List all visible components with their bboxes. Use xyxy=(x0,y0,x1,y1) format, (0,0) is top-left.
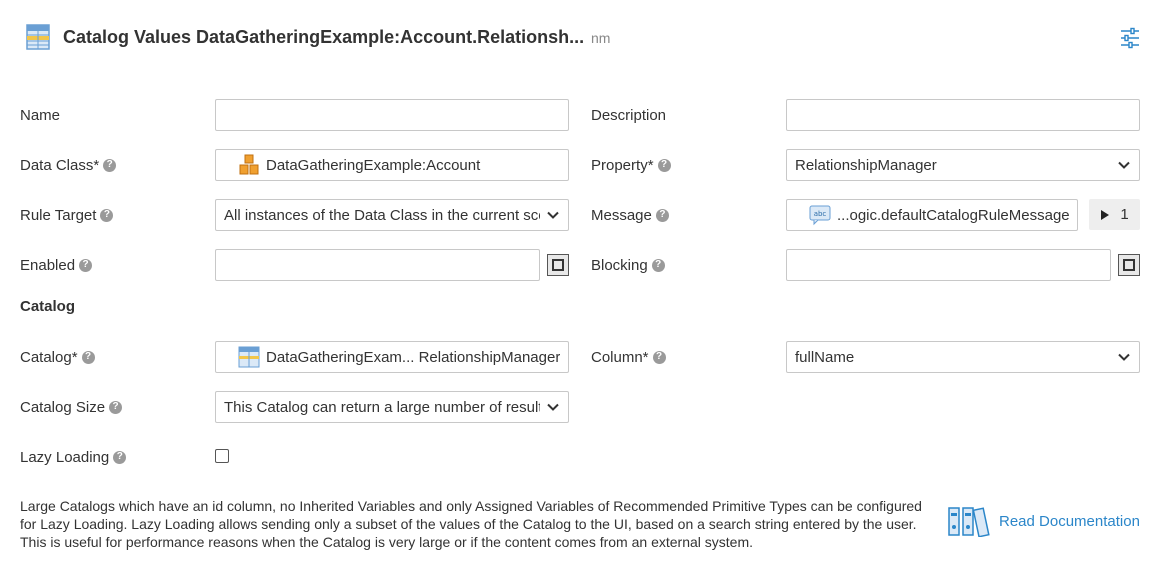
rule-target-select[interactable]: All instances of the Data Class in the c… xyxy=(215,199,569,231)
catalog-size-value: This Catalog can return a large number o… xyxy=(224,398,540,416)
column-label: Column*? xyxy=(591,347,666,367)
help-icon[interactable]: ? xyxy=(100,208,114,222)
help-icon[interactable]: ? xyxy=(109,400,123,414)
catalog-value: DataGatheringExam... RelationshipManager… xyxy=(266,348,560,366)
property-select[interactable]: RelationshipManager xyxy=(786,149,1140,181)
enabled-input[interactable] xyxy=(215,249,540,281)
help-icon[interactable]: ? xyxy=(655,208,669,222)
name-label: Name xyxy=(20,106,61,124)
page-subtitle: nm xyxy=(591,30,611,46)
message-count-button[interactable]: 1 xyxy=(1089,199,1140,230)
lazy-loading-checkbox[interactable] xyxy=(215,449,229,463)
name-input[interactable] xyxy=(215,99,569,131)
message-count: 1 xyxy=(1120,206,1129,223)
binders-icon xyxy=(948,507,990,537)
help-icon[interactable]: ? xyxy=(652,350,666,364)
data-class-value: DataGatheringExample:Account xyxy=(266,156,481,174)
description-label: Description xyxy=(591,106,667,124)
lazy-loading-info-text: Large Catalogs which have an id column, … xyxy=(20,498,922,550)
rule-target-value: All instances of the Data Class in the c… xyxy=(224,206,540,224)
catalog-size-select[interactable]: This Catalog can return a large number o… xyxy=(215,391,569,423)
help-icon[interactable]: ? xyxy=(651,258,665,272)
help-icon[interactable]: ? xyxy=(81,350,95,364)
expression-icon xyxy=(552,259,564,271)
rule-target-label: Rule Target? xyxy=(20,205,114,225)
data-class-label: Data Class*? xyxy=(20,155,117,175)
chevron-down-icon xyxy=(547,403,559,411)
chevron-down-icon xyxy=(547,211,559,219)
catalog-size-label: Catalog Size? xyxy=(20,397,123,417)
message-label: Message? xyxy=(591,205,669,225)
catalog-table-icon xyxy=(238,346,260,368)
blocking-input[interactable] xyxy=(786,249,1111,281)
expression-button[interactable] xyxy=(1118,254,1140,276)
chevron-down-icon xyxy=(1118,353,1130,361)
data-class-cubes-icon xyxy=(239,154,259,175)
svg-text:abc: abc xyxy=(814,210,827,218)
column-value: fullName xyxy=(795,348,855,366)
read-documentation-link[interactable]: Read Documentation xyxy=(947,505,1140,537)
column-select[interactable]: fullName xyxy=(786,341,1140,373)
enabled-label: Enabled? xyxy=(20,255,93,275)
expression-icon xyxy=(1123,259,1135,271)
read-documentation-label: Read Documentation xyxy=(999,512,1140,530)
expression-button[interactable] xyxy=(547,254,569,276)
catalog-field[interactable]: DataGatheringExam... RelationshipManager… xyxy=(215,341,569,373)
property-label: Property*? xyxy=(591,155,671,175)
message-abc-icon: abc xyxy=(809,205,831,226)
chevron-down-icon xyxy=(1118,161,1130,169)
catalog-table-icon xyxy=(26,24,50,50)
lazy-loading-label: Lazy Loading? xyxy=(20,447,127,467)
catalog-label: Catalog*? xyxy=(20,347,95,367)
settings-sliders-icon[interactable] xyxy=(1119,27,1141,49)
help-icon[interactable]: ? xyxy=(657,158,671,172)
help-icon[interactable]: ? xyxy=(103,158,117,172)
message-value: ...ogic.defaultCatalogRuleMessage xyxy=(837,206,1069,224)
catalog-section-title: Catalog xyxy=(20,298,76,315)
property-value: RelationshipManager xyxy=(795,156,937,174)
help-icon[interactable]: ? xyxy=(79,258,93,272)
page-title: Catalog Values DataGatheringExample:Acco… xyxy=(63,27,585,47)
message-field[interactable]: abc ...ogic.defaultCatalogRuleMessage xyxy=(786,199,1078,231)
data-class-field[interactable]: DataGatheringExample:Account xyxy=(215,149,569,181)
help-icon[interactable]: ? xyxy=(113,450,127,464)
play-icon xyxy=(1101,209,1110,220)
blocking-label: Blocking? xyxy=(591,255,665,275)
description-input[interactable] xyxy=(786,99,1140,131)
